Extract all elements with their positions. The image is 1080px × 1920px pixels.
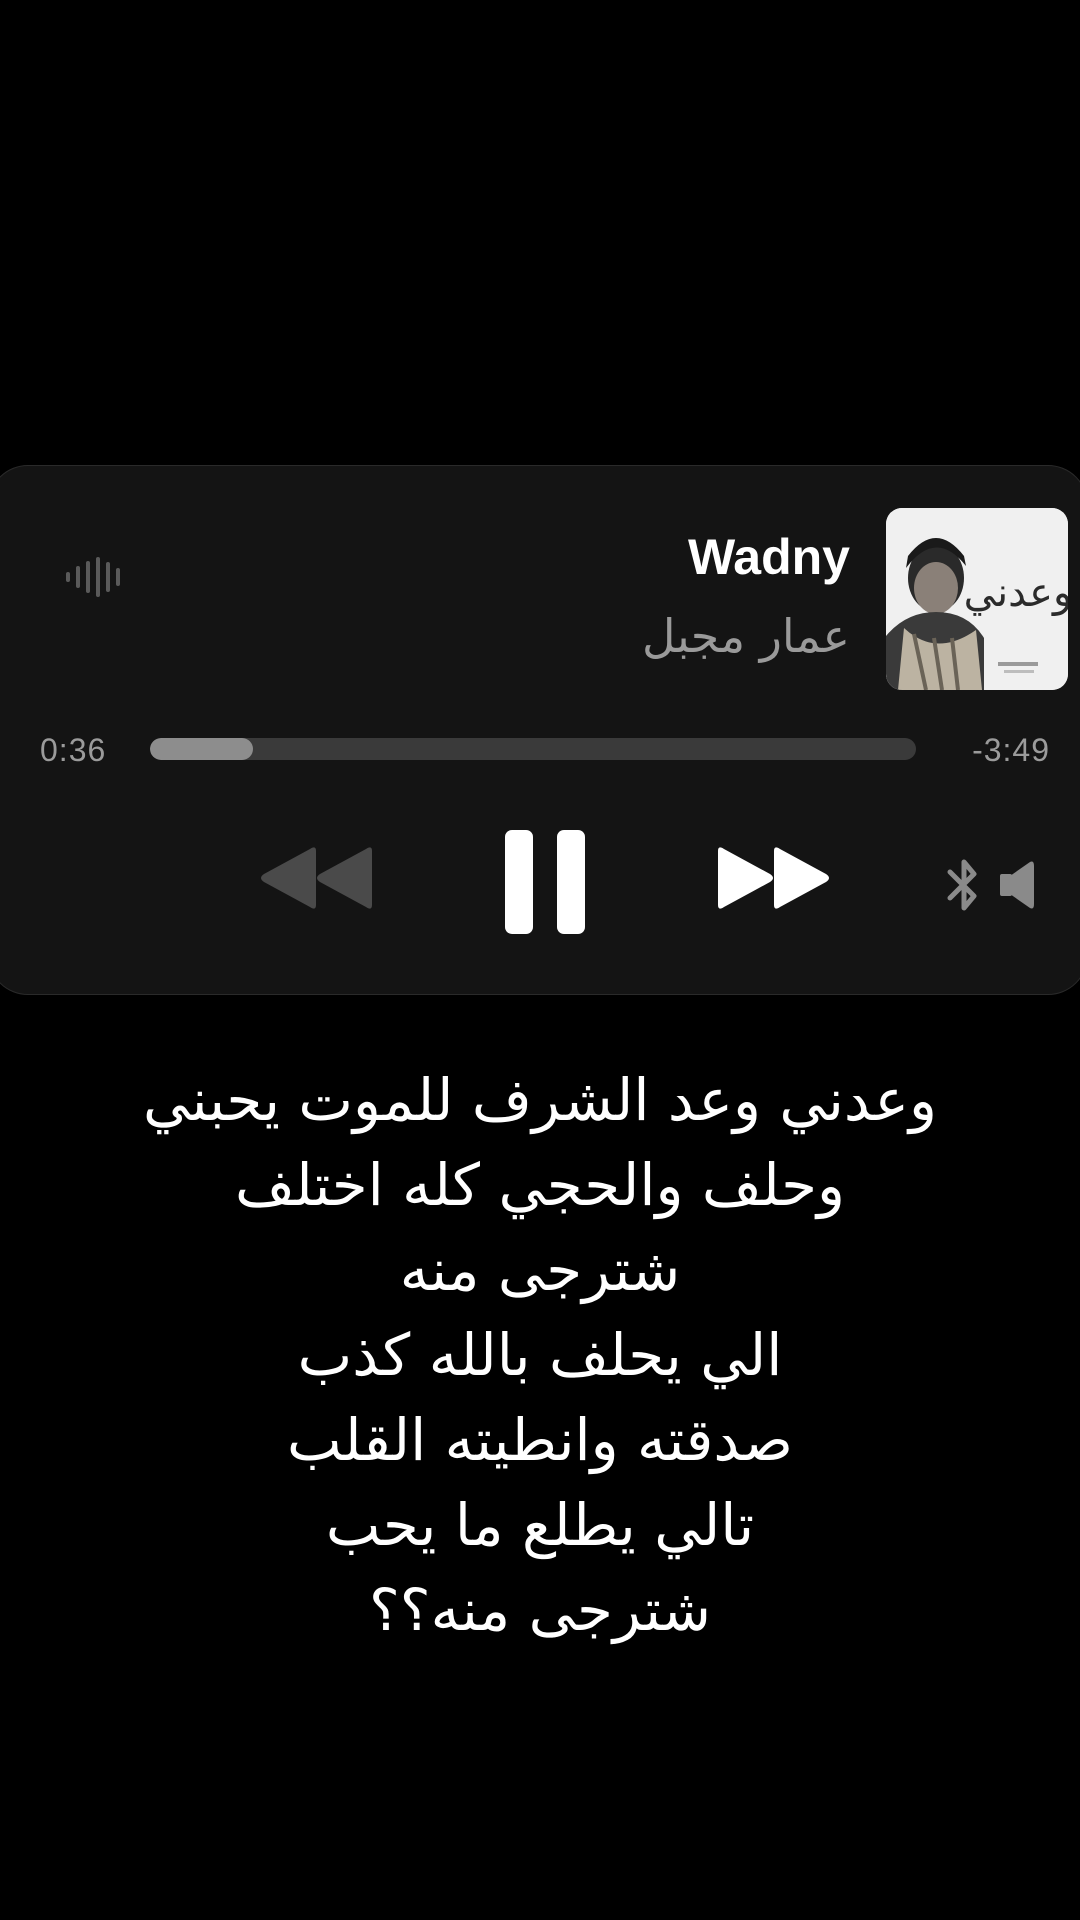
lyric-line: وحلف والحجي كله اختلف <box>234 1151 846 1219</box>
album-artwork[interactable]: وعدني <box>886 508 1068 690</box>
elapsed-time: 0:36 <box>40 732 107 768</box>
waveform-icon <box>66 557 120 597</box>
pause-icon[interactable] <box>503 828 587 936</box>
bluetooth-speaker-icon[interactable] <box>944 856 1044 914</box>
lyric-line: شترجى منه؟؟ <box>369 1576 711 1644</box>
lyric-line: وعدني وعد الشرف للموت يحبني <box>143 1066 937 1134</box>
remaining-time: -3:49 <box>972 732 1050 768</box>
artwork-image: وعدني <box>886 508 1068 690</box>
track-artist: عمار مجبل <box>642 609 850 663</box>
lyric-line: الي يحلف بالله كذب <box>297 1321 783 1389</box>
lyric-line: صدقته وانطيته القلب <box>286 1406 794 1474</box>
rewind-icon[interactable] <box>258 845 374 911</box>
fast-forward-icon[interactable] <box>716 845 832 911</box>
progress-fill <box>150 738 253 760</box>
track-title: Wadny <box>687 529 850 585</box>
lyrics-text: وعدني وعد الشرف للموت يحبني وحلف والحجي … <box>0 1058 1080 1653</box>
lyric-line: تالي يطلع ما يحب <box>325 1491 755 1559</box>
progress-bar[interactable] <box>150 738 916 760</box>
lyric-line: شترجى منه <box>399 1236 681 1304</box>
artwork-text: وعدني <box>964 570 1068 616</box>
